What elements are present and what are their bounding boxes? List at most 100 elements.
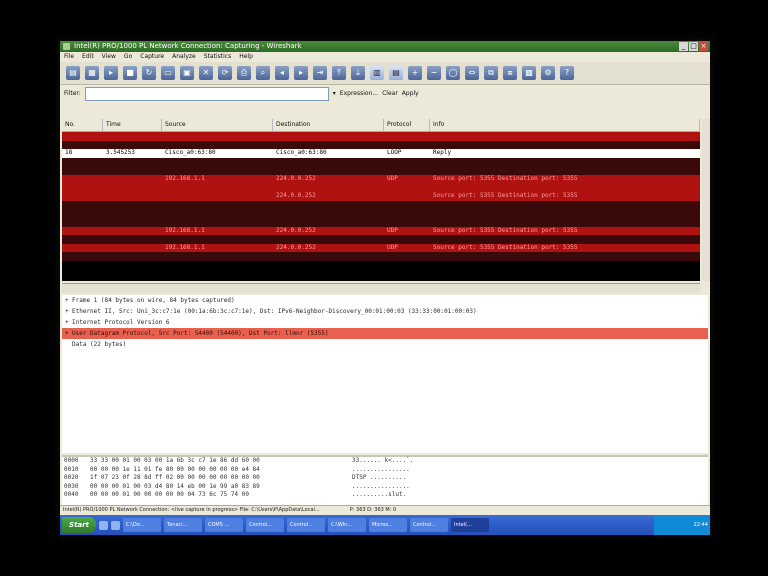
restart-capture-icon[interactable]: ↻: [142, 66, 156, 80]
expand-toggle-icon[interactable]: +: [65, 328, 72, 339]
taskbar-button[interactable]: C:\Win...: [328, 518, 366, 532]
column-no[interactable]: No.: [62, 119, 103, 131]
colorize-icon[interactable]: ▥: [370, 66, 384, 80]
zoom-in-icon[interactable]: +: [408, 66, 422, 80]
packet-row[interactable]: [62, 217, 700, 227]
hex-row[interactable]: 0040 00 00 00 01 00 00 00 00 00 04 73 6c …: [62, 491, 708, 500]
go-to-packet-icon[interactable]: ⇥: [313, 66, 327, 80]
packet-bytes-pane: 0000 33 33 00 01 00 03 00 1a 6b 3c c7 1e …: [62, 455, 708, 505]
packet-row[interactable]: [62, 209, 700, 218]
clear-button[interactable]: Clear: [382, 90, 398, 97]
taskbar-button[interactable]: C:\Do...: [123, 518, 161, 532]
go-forward-icon[interactable]: ▸: [294, 66, 308, 80]
normal-size-icon[interactable]: ◯: [446, 66, 460, 80]
menu-help[interactable]: Help: [239, 52, 253, 62]
packet-row[interactable]: [62, 200, 700, 210]
hex-row[interactable]: 0020 1f 07 23 0f 28 8d ff 02 00 00 00 00 …: [62, 474, 708, 483]
cell-no: [62, 227, 103, 236]
taskbar-button[interactable]: Tenaci...: [164, 518, 202, 532]
auto-scroll-icon[interactable]: ▤: [389, 66, 403, 80]
expand-toggle-icon[interactable]: +: [65, 317, 72, 328]
close-file-icon[interactable]: ✕: [199, 66, 213, 80]
hex-row[interactable]: 0030 00 00 00 01 00 03 d4 80 14 eb 00 1e …: [62, 483, 708, 492]
column-protocol[interactable]: Protocol: [384, 119, 430, 131]
taskbar-button[interactable]: Micros...: [369, 518, 407, 532]
stop-capture-icon[interactable]: ■: [123, 66, 137, 80]
expand-toggle-icon[interactable]: +: [65, 306, 72, 317]
taskbar-button[interactable]: COM5 ...: [205, 518, 243, 532]
interface-list-icon[interactable]: ▤: [66, 66, 80, 80]
quick-launch-icon[interactable]: [99, 520, 108, 530]
cell-time: [103, 166, 162, 175]
cell-no: [62, 201, 103, 210]
packet-row[interactable]: [62, 157, 700, 167]
column-info[interactable]: Info: [430, 119, 700, 131]
expand-toggle-icon[interactable]: +: [65, 295, 72, 306]
start-button[interactable]: Start: [62, 517, 96, 533]
packet-row[interactable]: [62, 235, 700, 244]
zoom-out-icon[interactable]: −: [427, 66, 441, 80]
display-filter-input[interactable]: [84, 86, 329, 101]
menu-analyze[interactable]: Analyze: [172, 52, 196, 62]
title-bar[interactable]: Intel(R) PRO/1000 PL Network Connection:…: [60, 41, 710, 52]
help-icon[interactable]: ?: [560, 66, 574, 80]
window-title: Intel(R) PRO/1000 PL Network Connection:…: [74, 42, 302, 50]
reload-icon[interactable]: ⟳: [218, 66, 232, 80]
go-last-icon[interactable]: ⤓: [351, 66, 365, 80]
find-packet-icon[interactable]: ⌕: [256, 66, 270, 80]
taskbar-button[interactable]: Control...: [410, 518, 448, 532]
preferences-icon[interactable]: ⚙: [541, 66, 555, 80]
print-icon[interactable]: ⎙: [237, 66, 251, 80]
horizontal-scrollbar[interactable]: [62, 283, 700, 293]
menu-capture[interactable]: Capture: [140, 52, 164, 62]
display-filters-icon[interactable]: ⧈: [503, 66, 517, 80]
go-first-icon[interactable]: ⤒: [332, 66, 346, 80]
detail-row[interactable]: + User Datagram Protocol, Src Port: 54400…: [62, 328, 708, 339]
column-source[interactable]: Source: [162, 119, 273, 131]
packet-row[interactable]: [62, 132, 700, 141]
coloring-rules-icon[interactable]: ▩: [522, 66, 536, 80]
packet-row[interactable]: 18 3.545253 Cisco_a0:63:80 Cisco_a0:63:80 LO…: [62, 149, 700, 158]
save-file-icon[interactable]: ▣: [180, 66, 194, 80]
detail-row[interactable]: + Frame 1 (84 bytes on wire, 84 bytes cap…: [62, 295, 708, 306]
taskbar-button[interactable]: Control...: [246, 518, 284, 532]
packet-row[interactable]: [62, 166, 700, 175]
hex-row[interactable]: 0010 00 00 00 1e 11 01 fe 80 00 00 00 00 …: [62, 466, 708, 475]
menu-statistics[interactable]: Statistics: [204, 52, 231, 62]
column-destination[interactable]: Destination: [273, 119, 384, 131]
packet-row[interactable]: 192.168.1.1 224.0.0.252 UDP Source port: 53…: [62, 243, 700, 253]
detail-row[interactable]: + Internet Protocol Version 6: [62, 317, 708, 328]
column-time[interactable]: Time: [103, 119, 162, 131]
start-capture-icon[interactable]: ▸: [104, 66, 118, 80]
expression-button[interactable]: Expression...: [340, 90, 378, 97]
quick-launch-icon[interactable]: [111, 520, 120, 530]
hex-row[interactable]: 0000 33 33 00 01 00 03 00 1a 6b 3c c7 1e …: [62, 457, 708, 466]
filter-dropdown-icon[interactable]: ▾: [333, 90, 336, 97]
packet-list-scrollbar[interactable]: [702, 119, 710, 281]
resize-columns-icon[interactable]: ⇔: [465, 66, 479, 80]
minimize-button[interactable]: _: [679, 42, 688, 51]
detail-row[interactable]: + Ethernet II, Src: Uni_3c:c7:1e (00:1a:6…: [62, 306, 708, 317]
taskbar-button[interactable]: Intel(...: [451, 518, 489, 532]
detail-row[interactable]: Data (22 bytes): [62, 339, 708, 350]
close-button[interactable]: ×: [699, 42, 708, 51]
apply-button[interactable]: Apply: [402, 90, 419, 97]
packet-row[interactable]: 224.0.0.252 Source port: 5355 Destination…: [62, 192, 700, 201]
go-back-icon[interactable]: ◂: [275, 66, 289, 80]
capture-options-icon[interactable]: ▦: [85, 66, 99, 80]
maximize-button[interactable]: □: [689, 42, 698, 51]
packet-row[interactable]: 192.168.1.1 224.0.0.252 UDP Source port: 53…: [62, 174, 700, 184]
menu-go[interactable]: Go: [124, 52, 132, 62]
cell-info: Source port: 5355 Destination port: 5355: [433, 192, 578, 200]
menu-file[interactable]: File: [64, 52, 74, 62]
packet-row[interactable]: [62, 183, 700, 193]
capture-filters-icon[interactable]: ⧉: [484, 66, 498, 80]
open-file-icon[interactable]: ▭: [161, 66, 175, 80]
packet-row[interactable]: [62, 140, 700, 150]
menu-edit[interactable]: Edit: [82, 52, 94, 62]
packet-row[interactable]: 192.168.1.1 224.0.0.252 UDP Source port: 53…: [62, 226, 700, 236]
taskbar-button[interactable]: Control...: [287, 518, 325, 532]
packet-row[interactable]: [62, 252, 700, 261]
packet-list: No. Time Source Destination Protocol Inf…: [62, 119, 700, 281]
menu-view[interactable]: View: [102, 52, 116, 62]
